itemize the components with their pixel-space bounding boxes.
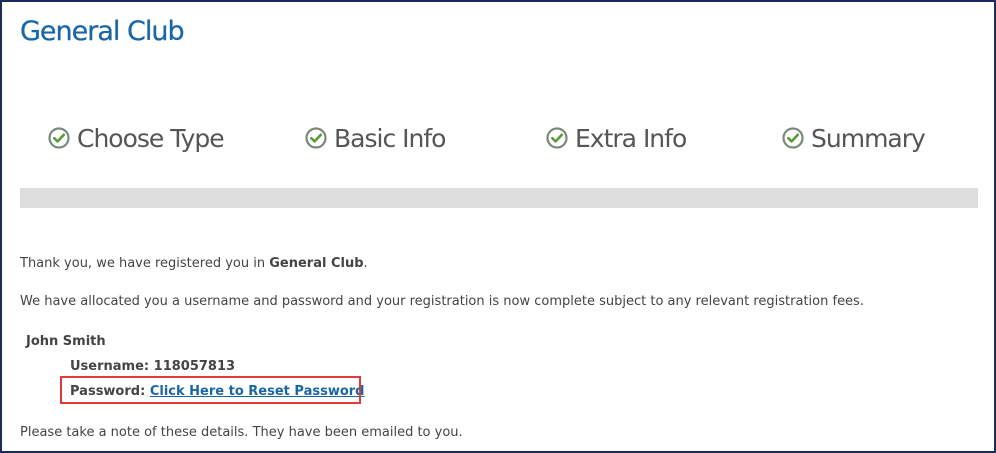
progress-bar [20,188,978,208]
step-summary: Summary [782,118,926,158]
thanks-line: Thank you, we have registered you in Gen… [20,256,368,271]
username-label: Username: [70,359,150,374]
registration-steps: Choose Type Basic Info Extra Info Summar… [2,118,994,158]
step-label: Extra Info [575,123,687,153]
page-title: General Club [20,16,185,47]
step-label: Basic Info [334,123,446,153]
step-label: Choose Type [77,123,225,153]
username-value: 118057813 [153,359,236,374]
allocation-text: We have allocated you a username and pas… [20,294,864,309]
username-line: Username: 118057813 [70,359,235,374]
step-choose-type: Choose Type [48,118,225,158]
step-basic-info: Basic Info [305,118,446,158]
member-name: John Smith [26,334,106,349]
password-highlight-box [60,376,361,404]
club-name: General Club [269,256,364,271]
step-label: Summary [811,123,926,153]
registration-page: General Club Choose Type Basic Info Extr… [0,0,996,453]
check-circle-icon [546,127,568,149]
check-circle-icon [48,127,70,149]
thanks-prefix: Thank you, we have registered you in [20,256,270,271]
thanks-suffix: . [363,256,368,271]
check-circle-icon [305,127,327,149]
check-circle-icon [782,127,804,149]
step-extra-info: Extra Info [546,118,687,158]
note-text: Please take a note of these details. The… [20,425,463,440]
